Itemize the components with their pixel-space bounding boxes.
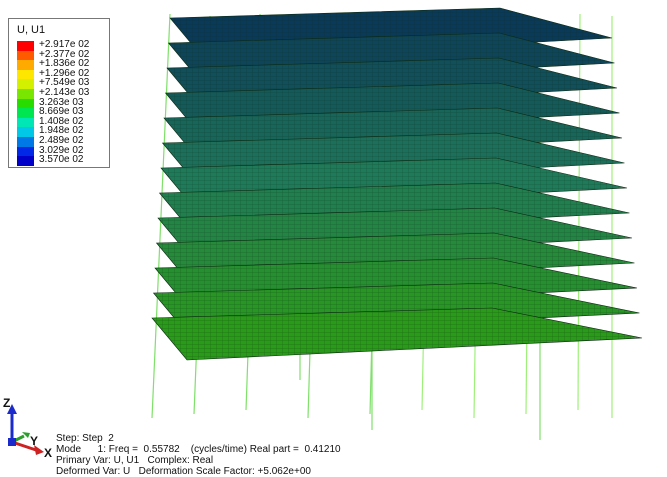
info-mode: Mode 1: Freq = 0.55782 (cycles/time) Rea… [56,444,341,455]
legend-swatch [17,89,34,99]
legend-label: 3.570e 02 [39,154,84,166]
legend-swatch [17,127,34,137]
floor-slabs [151,7,643,361]
legend-swatch [17,137,34,147]
info-deformed-var: Deformed Var: U Deformation Scale Factor… [56,466,311,477]
axis-x-label: X [44,446,53,460]
step-info: Step: Step 2 Mode 1: Freq = 0.55782 (cycl… [56,433,341,477]
frame-column [151,13,171,419]
legend-swatch [17,69,34,80]
legend-swatch [17,79,34,89]
axis-z-label: Z [3,396,11,410]
legend-swatch [17,41,34,51]
legend-swatch [17,108,34,118]
legend-swatch [17,146,34,157]
axis-triad: Z Y X [0,392,53,462]
legend-swatch [17,117,34,128]
info-primary-var: Primary Var: U, U1 Complex: Real [56,455,214,466]
legend-swatch [17,50,34,61]
legend-swatch [17,98,34,109]
info-step: Step: Step 2 [56,433,114,444]
legend-swatch [17,60,34,70]
legend-title: U, U1 [17,24,46,36]
legend-swatch [17,156,34,166]
axis-y-label: Y [30,434,39,448]
contour-legend: U, U1 +2.917e 02 +2.377e 02 +1.836e 02 +1.2… [8,18,110,168]
